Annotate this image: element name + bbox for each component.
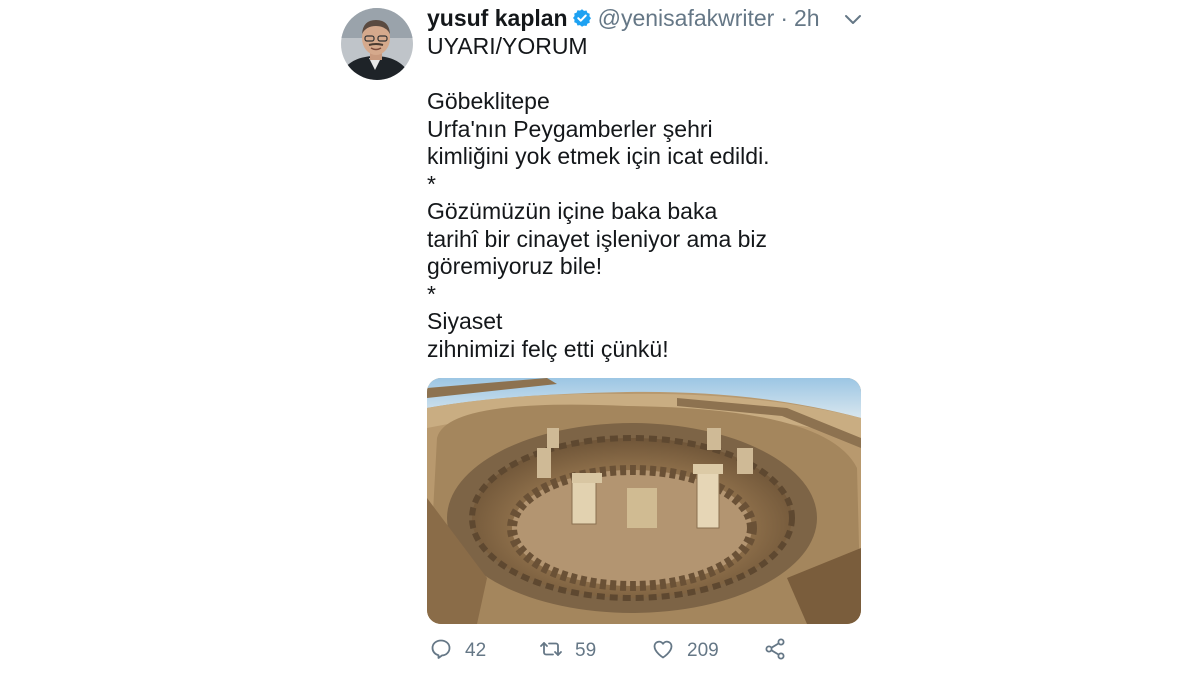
author-handle[interactable]: @yenisafakwriter [598, 5, 775, 32]
reply-button[interactable]: 42 [429, 636, 486, 666]
tweet-text-line: zihnimizi felç etti çünkü! [427, 335, 669, 362]
tweet-text-line: Urfa'nın Peygamberler şehri [427, 115, 713, 142]
separator-dot: · [780, 4, 789, 31]
reply-count: 42 [465, 640, 487, 661]
chevron-down-icon[interactable] [842, 10, 864, 28]
retweet-count: 59 [575, 640, 597, 661]
like-count: 209 [687, 640, 719, 661]
reply-icon [429, 637, 453, 666]
tweet-header: yusuf kaplan @yenisafakwriter · 2h [427, 3, 820, 33]
tweet-text-line: Siyaset [427, 308, 503, 334]
retweet-button[interactable]: 59 [539, 636, 596, 666]
avatar[interactable] [341, 8, 413, 80]
share-button[interactable] [763, 636, 787, 666]
tweet-text-line: göremiyoruz bile! [427, 253, 603, 279]
tweet-text-line: * [427, 280, 436, 307]
tweet-text-line: kimliğini yok etmek için icat edildi. [427, 143, 770, 169]
share-icon [763, 637, 787, 666]
tweet-text-line: * [427, 170, 436, 197]
tweet-text-line: UYARI/YORUM [427, 33, 588, 59]
tweet-text-line: Göbeklitepe [427, 88, 550, 114]
tweet-timestamp[interactable]: 2h [794, 5, 820, 32]
heart-icon [651, 637, 675, 666]
like-button[interactable]: 209 [651, 636, 719, 666]
tweet-photo[interactable] [427, 378, 861, 624]
tweet-text-line: tarihî bir cinayet işleniyor ama biz [427, 225, 768, 252]
author-name[interactable]: yusuf kaplan [427, 5, 568, 32]
tweet-text-line: Gözümüzün içine baka baka [427, 198, 718, 224]
tweet-text-line [427, 61, 867, 89]
retweet-icon [539, 637, 563, 666]
verified-badge-icon [572, 8, 592, 28]
tweet-actions: 42 59 209 [427, 636, 867, 666]
tweet-text: UYARI/YORUM Göbeklitepe Urfa'nın Peygamb… [427, 33, 867, 363]
